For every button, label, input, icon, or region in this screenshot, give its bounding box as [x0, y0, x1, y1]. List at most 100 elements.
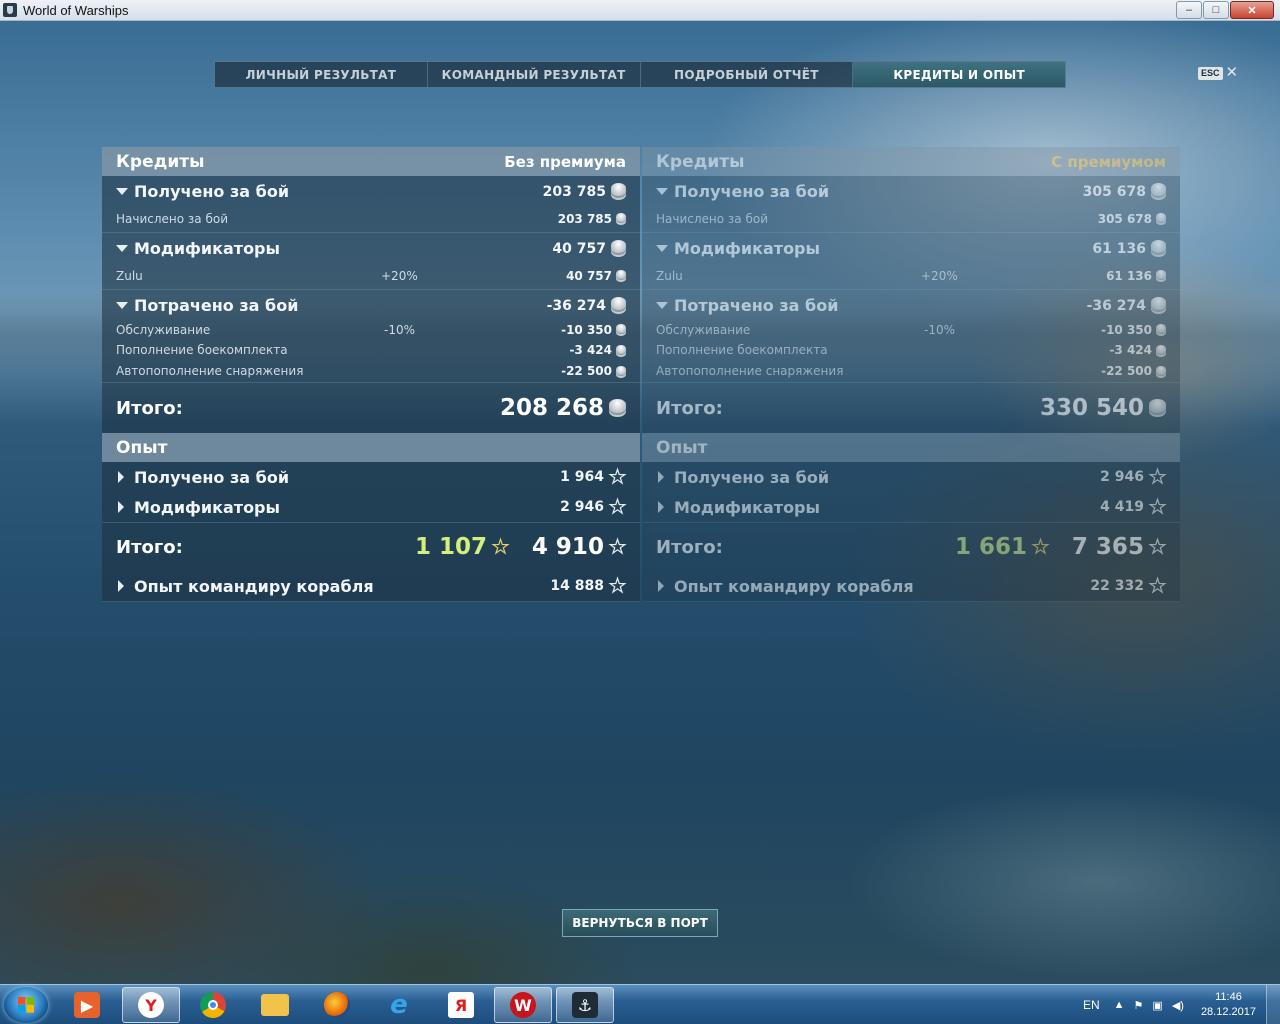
service-value: -10 350: [1101, 323, 1166, 337]
modifiers-row[interactable]: Модификаторы 40 757: [102, 233, 640, 264]
return-to-port-button[interactable]: ВЕРНУТЬСЯ В ПОРТ: [562, 909, 718, 937]
commander-exp-label: Опыт командиру корабля: [674, 576, 914, 596]
show-desktop-button[interactable]: [1266, 985, 1280, 1024]
media-player-glyph: ▶: [74, 992, 100, 1018]
service-row: Обслуживание -10% -10 350: [102, 319, 640, 340]
tab-personal-result[interactable]: ЛИЧНЫЙ РЕЗУЛЬТАТ: [215, 62, 428, 87]
exp-modifiers-label: Модификаторы: [134, 497, 280, 517]
credits-coin-icon: [1156, 270, 1166, 279]
warships-app-icon: [3, 3, 17, 17]
exp-star-icon: ★: [1148, 466, 1166, 488]
credits-coin-icon: [616, 213, 626, 222]
exp-earned-value: 1 964 ★: [560, 466, 626, 488]
collapse-arrow-icon: [116, 188, 128, 195]
clock-date: 28.12.2017: [1200, 1006, 1256, 1018]
expand-arrow-icon: [658, 580, 664, 592]
wargaming-glyph: W: [510, 992, 536, 1018]
yandex-icon[interactable]: Я: [432, 987, 490, 1023]
commander-exp-row[interactable]: Опыт командиру корабля 22 332 ★: [642, 571, 1180, 601]
collapse-arrow-icon: [656, 188, 668, 195]
earned-label: Получено за бой: [674, 182, 830, 201]
exp-earned-label: Получено за бой: [134, 467, 290, 487]
ammo-row: Пополнение боекомплекта -3 424: [102, 340, 640, 360]
earned-section: Получено за бой 305 678 Начислено за бой…: [642, 176, 1180, 233]
clock[interactable]: 11:46 28.12.2017: [1201, 990, 1256, 1020]
start-button[interactable]: [4, 987, 48, 1023]
yandex-browser-icon[interactable]: Y: [122, 987, 180, 1023]
credits-coin-icon: [1151, 297, 1166, 310]
credits-total-label: Итого:: [656, 397, 723, 419]
credits-coin-icon: [611, 240, 626, 253]
credits-title: Кредиты: [656, 151, 745, 172]
firefox-icon[interactable]: [308, 987, 366, 1023]
action-center-flag-icon[interactable]: ⚑: [1134, 999, 1144, 1012]
credits-total-label: Итого:: [116, 397, 183, 419]
exp-modifiers-row[interactable]: Модификаторы 2 946 ★: [102, 492, 640, 522]
credits-coin-icon: [616, 324, 626, 333]
tab-detailed-report[interactable]: ПОДРОБНЫЙ ОТЧЁТ: [641, 62, 854, 87]
credits-panel-premium: Кредиты С премиумом Получено за бой 305 …: [642, 147, 1180, 602]
file-explorer-icon[interactable]: [246, 987, 304, 1023]
tab-team-result[interactable]: КОМАНДНЫЙ РЕЗУЛЬТАТ: [428, 62, 641, 87]
exp-earned-label: Получено за бой: [674, 467, 830, 487]
ammo-label: Пополнение боекомплекта: [656, 343, 828, 357]
results-tabs: ЛИЧНЫЙ РЕЗУЛЬТАТ КОМАНДНЫЙ РЕЗУЛЬТАТ ПОД…: [214, 61, 1066, 88]
modifier-zulu-row: Zulu +20% 61 136: [642, 262, 1180, 289]
internet-explorer-icon[interactable]: e: [370, 987, 428, 1023]
collapse-arrow-icon: [656, 245, 668, 252]
commander-section: Опыт командиру корабля 14 888 ★: [102, 571, 640, 602]
modifier-zulu-label: Zulu: [116, 268, 143, 283]
wargaming-game-center-icon[interactable]: W: [494, 987, 552, 1023]
esc-close-button[interactable]: ESC ✕: [1198, 65, 1238, 80]
world-of-warships-icon[interactable]: ⚓: [556, 987, 614, 1023]
media-player-icon[interactable]: ▶: [58, 987, 116, 1023]
tray-expand-icon[interactable]: ▲: [1114, 999, 1125, 1011]
minimize-button[interactable]: –: [1176, 1, 1202, 19]
credits-coin-icon: [1156, 365, 1166, 375]
modifiers-value: 61 136: [1092, 240, 1166, 257]
network-icon[interactable]: ▣: [1152, 999, 1162, 1012]
clock-time: 11:46: [1215, 991, 1242, 1003]
exp-earned-row[interactable]: Получено за бой 2 946 ★: [642, 462, 1180, 492]
service-percent: -10%: [924, 322, 956, 337]
tab-credits-and-exp[interactable]: КРЕДИТЫ И ОПЫТ: [853, 62, 1065, 87]
spent-row[interactable]: Потрачено за бой -36 274: [642, 290, 1180, 321]
expand-arrow-icon: [118, 501, 124, 513]
exp-total-row: Итого: 1 107 ★ 4 910 ★: [102, 523, 640, 571]
free-exp-value: 1 107 ★: [415, 534, 510, 560]
supplies-row: Автопополнение снаряжения -22 500: [642, 360, 1180, 382]
ammo-label: Пополнение боекомплекта: [116, 343, 288, 357]
column-title: Без премиума: [504, 152, 626, 171]
modifier-zulu-label: Zulu: [656, 268, 683, 283]
credits-coin-icon: [611, 297, 626, 310]
language-indicator[interactable]: EN: [1083, 998, 1100, 1012]
earned-row[interactable]: Получено за бой 305 678: [642, 176, 1180, 207]
earned-row[interactable]: Получено за бой 203 785: [102, 176, 640, 207]
commander-exp-label: Опыт командиру корабля: [134, 576, 374, 596]
firefox-glyph: [324, 992, 350, 1018]
collapse-arrow-icon: [116, 245, 128, 252]
close-window-button[interactable]: ✕: [1230, 1, 1274, 19]
credits-coin-icon: [609, 399, 626, 413]
modifiers-row[interactable]: Модификаторы 61 136: [642, 233, 1180, 264]
exp-total-label: Итого:: [656, 536, 723, 558]
credits-title: Кредиты: [116, 151, 205, 172]
chrome-icon[interactable]: [184, 987, 242, 1023]
exp-modifiers-label: Модификаторы: [674, 497, 820, 517]
exp-modifiers-row[interactable]: Модификаторы 4 419 ★: [642, 492, 1180, 522]
free-exp-star-icon: ★: [491, 536, 510, 558]
volume-icon[interactable]: ◀): [1172, 999, 1184, 1012]
modifier-zulu-value: 61 136: [1106, 269, 1166, 283]
supplies-value: -22 500: [561, 364, 626, 378]
spent-label: Потрачено за бой: [674, 296, 839, 315]
exp-star-icon: ★: [608, 536, 626, 558]
earned-sub-label: Начислено за бой: [116, 211, 229, 226]
commander-exp-row[interactable]: Опыт командиру корабля 14 888 ★: [102, 571, 640, 601]
spent-row[interactable]: Потрачено за бой -36 274: [102, 290, 640, 321]
modifiers-label: Модификаторы: [134, 239, 280, 258]
exp-earned-row[interactable]: Получено за бой 1 964 ★: [102, 462, 640, 492]
maximize-button[interactable]: □: [1203, 1, 1229, 19]
credits-coin-icon: [1156, 324, 1166, 333]
modifiers-label: Модификаторы: [674, 239, 820, 258]
exp-total-value: 7 365 ★: [1071, 534, 1167, 560]
